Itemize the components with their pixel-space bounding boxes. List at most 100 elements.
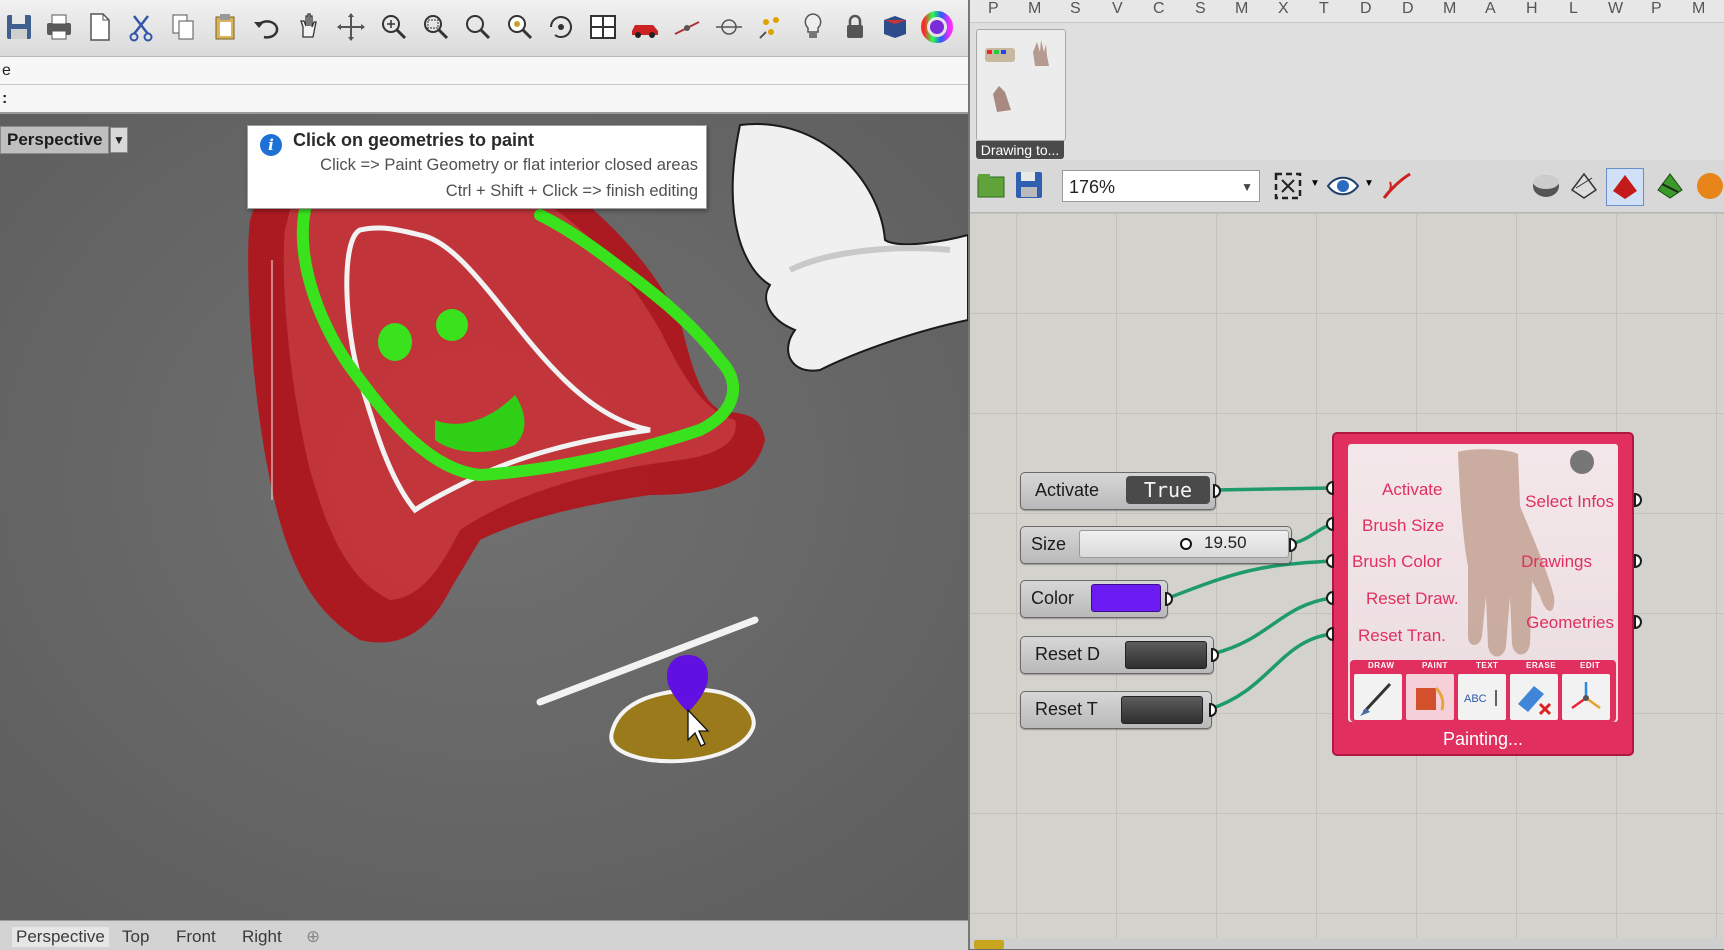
draw-tool-button[interactable] <box>1354 674 1402 720</box>
color-swatch-component[interactable]: Color <box>1020 580 1173 618</box>
zoom-icon[interactable] <box>376 10 410 44</box>
brush-icon <box>1360 682 1392 716</box>
copy-icon[interactable] <box>166 10 200 44</box>
tab-h[interactable]: H <box>1526 0 1538 18</box>
zoom-selected-icon[interactable] <box>502 10 536 44</box>
tab-vector[interactable]: V <box>1112 0 1123 18</box>
gh-ribbon-panel: Drawing to... <box>970 23 1724 166</box>
activate-toggle[interactable]: Activate True <box>1020 472 1221 510</box>
button-face[interactable] <box>1121 696 1203 724</box>
rotate-icon[interactable] <box>334 10 368 44</box>
cut-icon[interactable] <box>124 10 158 44</box>
render-icon[interactable] <box>878 10 912 44</box>
paint-tool-button[interactable] <box>1406 674 1454 720</box>
tab-top[interactable]: Top <box>122 927 149 947</box>
tab-mesh[interactable]: M <box>1235 0 1248 18</box>
input-port-reset-tran[interactable] <box>1326 627 1334 641</box>
slider-track[interactable]: 19.50 <box>1079 530 1289 558</box>
save-file-icon[interactable] <box>1014 170 1044 200</box>
chevron-down-icon[interactable]: ▼ <box>1364 178 1374 189</box>
preview-selected-icon[interactable] <box>1606 168 1644 206</box>
input-port-reset-draw[interactable] <box>1326 591 1334 605</box>
save-icon[interactable] <box>2 10 36 44</box>
tab-d2[interactable]: D <box>1402 0 1414 18</box>
print-icon[interactable] <box>42 10 76 44</box>
grasshopper-window: P M S V C S M X T D D M A H L W P M Draw… <box>968 0 1724 949</box>
size-slider[interactable]: Size 19.50 <box>1020 526 1297 564</box>
hand-walk-icon[interactable] <box>993 86 1011 112</box>
viewport-title[interactable]: Perspective <box>0 126 110 154</box>
add-tab-icon[interactable]: ⊕ <box>306 927 320 947</box>
tab-params[interactable]: P <box>988 0 999 18</box>
reset-d-label: Reset D <box>1035 644 1101 664</box>
tab-display[interactable]: D <box>1360 0 1372 18</box>
rhino-toolbar <box>0 0 968 57</box>
tab-front[interactable]: Front <box>176 927 216 947</box>
pan-icon[interactable] <box>292 10 326 44</box>
open-file-icon[interactable] <box>976 170 1006 200</box>
tab-m4[interactable]: M <box>1692 0 1705 18</box>
text-tool-button[interactable]: ABC <box>1458 674 1506 720</box>
painting-component[interactable]: Activate Brush Size Brush Color Reset Dr… <box>1332 432 1634 756</box>
new-icon[interactable] <box>82 10 116 44</box>
reset-draw-button[interactable]: Reset D <box>1020 636 1219 674</box>
edit-tool-button[interactable] <box>1562 674 1610 720</box>
tool-caption-erase: ERASE <box>1526 661 1557 670</box>
lock-icon[interactable] <box>838 10 872 44</box>
slider-knob[interactable] <box>1180 538 1192 550</box>
zoom-extents-icon[interactable] <box>1272 170 1304 202</box>
light-icon[interactable] <box>796 10 830 44</box>
tab-right[interactable]: Right <box>242 927 282 947</box>
undo-icon[interactable] <box>250 10 284 44</box>
line-icon[interactable] <box>712 10 746 44</box>
sphere-icon[interactable] <box>1694 170 1724 202</box>
rotate-view-icon[interactable] <box>544 10 578 44</box>
palette-hand-icon[interactable] <box>985 48 1015 62</box>
tab-a[interactable]: A <box>1485 0 1496 18</box>
four-viewports-icon[interactable] <box>586 10 620 44</box>
viewport-menu-chevron-icon[interactable]: ▼ <box>110 127 128 153</box>
tool-caption-edit: EDIT <box>1580 661 1601 670</box>
preview-eye-icon[interactable] <box>1326 170 1360 202</box>
zoom-window-icon[interactable] <box>418 10 452 44</box>
tab-curve[interactable]: C <box>1153 0 1165 18</box>
preview-shaded-icon[interactable] <box>1530 170 1562 202</box>
color-wheel-icon[interactable] <box>920 10 954 44</box>
tab-sets[interactable]: S <box>1070 0 1081 18</box>
button-face[interactable] <box>1125 641 1207 669</box>
input-port-brush-size[interactable] <box>1326 517 1334 531</box>
tab-perspective[interactable]: Perspective <box>12 927 109 947</box>
tab-w[interactable]: W <box>1608 0 1623 18</box>
gh-status-bar <box>970 938 1724 949</box>
color-swatch[interactable] <box>1091 584 1161 612</box>
input-port-brush-color[interactable] <box>1326 554 1334 568</box>
info-icon: i <box>260 134 282 156</box>
points-icon[interactable] <box>754 10 788 44</box>
tab-intersect[interactable]: X <box>1278 0 1289 18</box>
tab-maths[interactable]: M <box>1028 0 1041 18</box>
tab-l[interactable]: L <box>1569 0 1578 18</box>
command-prompt[interactable]: : <box>0 85 970 114</box>
hand-icon[interactable] <box>1033 40 1049 66</box>
zoom-select[interactable]: 176% ▼ <box>1062 170 1260 202</box>
painting-status: Painting... <box>1442 729 1524 749</box>
toggle-value[interactable]: True <box>1126 476 1210 504</box>
sketch-brush-icon[interactable] <box>1380 170 1414 202</box>
preview-wireframe-icon[interactable] <box>1568 170 1600 202</box>
paste-icon[interactable] <box>208 10 242 44</box>
tab-m3[interactable]: M <box>1443 0 1456 18</box>
bake-icon[interactable] <box>1654 170 1686 202</box>
chevron-down-icon[interactable]: ▼ <box>1310 178 1320 189</box>
reset-tran-button[interactable]: Reset T <box>1020 691 1217 729</box>
tab-surface[interactable]: S <box>1195 0 1206 18</box>
erase-tool-button[interactable] <box>1510 674 1558 720</box>
tab-p2[interactable]: P <box>1651 0 1662 18</box>
input-port-activate[interactable] <box>1326 481 1334 495</box>
gh-category-tabs: P M S V C S M X T D D M A H L W P M <box>970 0 1724 23</box>
zoom-extents-icon[interactable] <box>460 10 494 44</box>
tab-transform[interactable]: T <box>1319 0 1329 18</box>
size-label: Size <box>1031 534 1067 554</box>
perspective-viewport[interactable] <box>0 114 968 920</box>
car-icon[interactable] <box>628 10 662 44</box>
dim-icon[interactable] <box>670 10 704 44</box>
